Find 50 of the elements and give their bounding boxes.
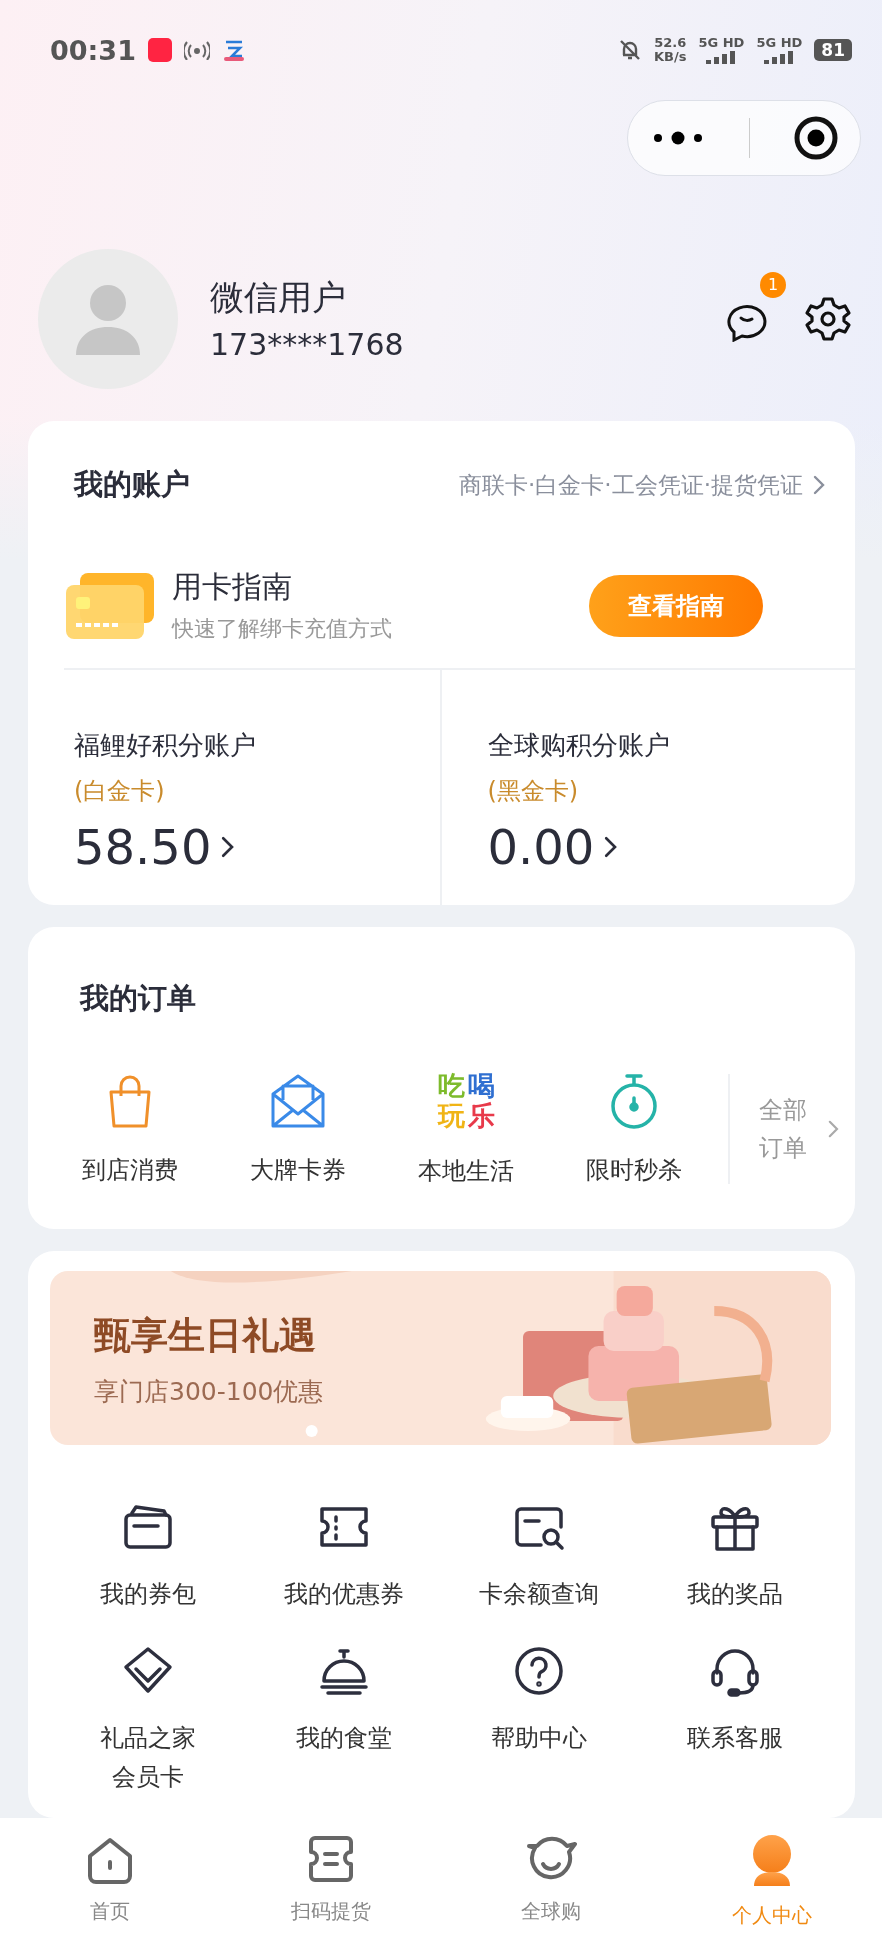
chevron-right-icon bbox=[604, 836, 618, 858]
service-item[interactable]: 我的食堂 bbox=[245, 1643, 442, 1797]
network-type: 5G HD bbox=[698, 36, 745, 50]
points-account-name: 福鲤好积分账户 bbox=[74, 729, 257, 762]
network-speed: 52.6 KB/s bbox=[654, 36, 687, 64]
service-item[interactable]: 联系客服 bbox=[637, 1643, 833, 1797]
muted-bell-icon bbox=[618, 38, 642, 62]
points-balance[interactable]: 58.50 bbox=[74, 819, 235, 875]
order-category[interactable]: 限时秒杀 bbox=[550, 1072, 718, 1186]
service-item[interactable]: 我的券包 bbox=[50, 1499, 246, 1614]
tab[interactable]: 扫码提货 bbox=[220, 1834, 441, 1959]
order-category[interactable]: 大牌卡券 bbox=[214, 1072, 382, 1186]
birthday-banner[interactable]: 甄享生日礼遇 享门店300-100优惠 bbox=[50, 1271, 831, 1445]
cards-icon bbox=[64, 570, 156, 641]
service-item[interactable]: 帮助中心 bbox=[441, 1643, 638, 1797]
order-category[interactable]: 到店消费 bbox=[46, 1072, 214, 1186]
chevron-right-icon bbox=[813, 475, 825, 495]
user-name: 微信用户 bbox=[210, 276, 347, 319]
phone-number: 173****1768 bbox=[210, 327, 405, 362]
account-title: 我的账户 bbox=[74, 466, 190, 503]
settings-icon bbox=[804, 294, 852, 343]
orders-title: 我的订单 bbox=[80, 981, 196, 1015]
service-item[interactable]: 我的优惠券 bbox=[245, 1499, 442, 1614]
close-target-icon[interactable] bbox=[792, 115, 839, 161]
order-category[interactable]: 吃喝玩乐 本地生活 bbox=[382, 1071, 550, 1187]
cloud-app-icon bbox=[221, 38, 246, 62]
settings-button[interactable] bbox=[804, 294, 852, 343]
hotspot-icon bbox=[183, 40, 210, 60]
tab[interactable]: 全球购 bbox=[441, 1834, 662, 1959]
logo-icon: 吃喝玩乐 bbox=[436, 1071, 496, 1131]
network-type: 5G HD bbox=[756, 36, 803, 50]
tier-label: (黑金卡) bbox=[487, 776, 580, 807]
tier-label: (白金卡) bbox=[74, 776, 166, 807]
chevron-right-icon bbox=[828, 1120, 840, 1138]
banner-subtitle: 享门店300-100优惠 bbox=[94, 1376, 324, 1408]
chevron-right-icon bbox=[221, 836, 235, 858]
battery-level: 81 bbox=[814, 39, 852, 61]
banner-title: 甄享生日礼遇 bbox=[94, 1313, 317, 1359]
service-item[interactable]: 我的奖品 bbox=[637, 1499, 833, 1614]
points-account-name: 全球购积分账户 bbox=[487, 729, 671, 762]
envelope-icon bbox=[269, 1072, 327, 1130]
message-count-badge: 1 bbox=[760, 271, 786, 298]
app-icon bbox=[147, 38, 172, 62]
service-item[interactable]: 礼品之家会员卡 bbox=[50, 1643, 246, 1797]
guide-subtitle: 快速了解绑卡充值方式 bbox=[172, 615, 393, 643]
guide-title: 用卡指南 bbox=[172, 568, 293, 606]
tab[interactable]: 首页 bbox=[0, 1834, 221, 1959]
service-item[interactable]: 卡余额查询 bbox=[441, 1499, 638, 1614]
points-balance[interactable]: 0.00 bbox=[487, 819, 618, 875]
status-time: 00:31 bbox=[50, 34, 136, 66]
